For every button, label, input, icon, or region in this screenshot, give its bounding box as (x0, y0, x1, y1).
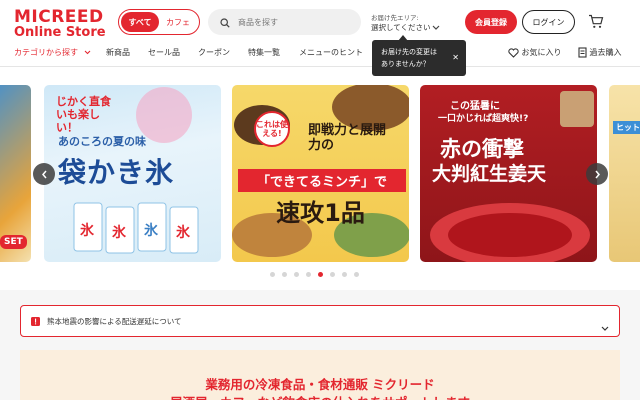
main-nav: カテゴリから探す 新商品 セール品 クーポン 特集一覧 メニューのヒント お気に… (0, 42, 640, 64)
close-icon[interactable]: ✕ (452, 53, 459, 62)
history-link[interactable]: 過去購入 (578, 47, 622, 58)
logo-subtext[interactable]: Online Store (14, 26, 106, 40)
svg-text:氷: 氷 (80, 222, 95, 239)
nav-new[interactable]: 新商品 (106, 47, 130, 58)
register-button[interactable]: 会員登録 (465, 10, 517, 34)
carousel-prev-button[interactable] (33, 163, 55, 185)
favorites-link[interactable]: お気に入り (508, 47, 562, 58)
login-button[interactable]: ログイン (522, 10, 575, 34)
banner-slide-mince[interactable]: これは使える! 即戦力と展開力の 「できてるミンチ」で 速攻1品 (232, 85, 409, 262)
banner-slide-0[interactable]: SET (0, 85, 31, 262)
nav-coupon[interactable]: クーポン (198, 47, 230, 58)
svg-text:氷: 氷 (176, 224, 191, 241)
carousel-dot[interactable] (306, 272, 311, 277)
promo-banner: 業務用の冷凍食品・食材通販 ミクリード 居酒屋・カフェなど飲食店の仕入れをサポー… (20, 350, 620, 400)
cart-icon[interactable] (588, 14, 604, 33)
nav-features[interactable]: 特集一覧 (248, 47, 280, 58)
delay-notice[interactable]: 熊本地震の影響による配送遅延について (20, 305, 620, 337)
logo-text[interactable]: MICREED (14, 8, 104, 26)
alert-icon (31, 316, 40, 326)
promo-title: 業務用の冷凍食品・食材通販 ミクリード (205, 377, 435, 392)
carousel-dot[interactable] (294, 272, 299, 277)
carousel-dot[interactable] (318, 272, 323, 277)
chevron-down-icon[interactable] (432, 16, 440, 35)
svg-text:氷: 氷 (144, 222, 159, 239)
delivery-area-select[interactable]: 選択してください (371, 22, 431, 33)
carousel-dot[interactable] (330, 272, 335, 277)
heart-icon (508, 47, 519, 58)
notice-text: 熊本地震の影響による配送遅延について (47, 316, 182, 326)
banner-slide-4[interactable]: ヒット (609, 85, 640, 262)
delivery-area-tooltip: お届け先の変更は ありませんか？ ✕ (372, 40, 466, 76)
search-icon (220, 13, 230, 32)
delivery-area-label: お届け先エリア: (371, 14, 419, 22)
nav-sale[interactable]: セール品 (148, 47, 180, 58)
promo-subtitle: 居酒屋・カフェなど飲食店の仕入れをサポートします (20, 392, 620, 400)
carousel-dot[interactable] (354, 272, 359, 277)
nav-category[interactable]: カテゴリから探す (14, 47, 91, 58)
carousel-dots (270, 272, 359, 277)
nav-divider (0, 66, 640, 67)
segment-cafe[interactable]: カフェ (159, 12, 197, 32)
store-segment-toggle[interactable]: すべて カフェ (118, 9, 200, 35)
banner-slide-benishoga[interactable]: この猛暑に 一口かじれば超爽快!? 赤の衝撃 大判紅生姜天 (420, 85, 597, 262)
search-input[interactable] (238, 17, 348, 27)
receipt-icon (578, 47, 587, 58)
carousel-dot[interactable] (270, 272, 275, 277)
carousel-next-button[interactable] (586, 163, 608, 185)
banner-slide-kakigori[interactable]: 氷 氷 氷 氷 じかく直食いも楽しい！ あのころの夏の味 袋かき氷 (44, 85, 221, 262)
nav-menu-hint[interactable]: メニューのヒント (299, 47, 363, 58)
carousel-dot[interactable] (342, 272, 347, 277)
svg-text:氷: 氷 (112, 224, 127, 241)
search-bar[interactable] (208, 9, 361, 35)
tooltip-text: お届け先の変更は ありませんか？ (381, 48, 437, 68)
chevron-down-icon[interactable] (601, 317, 609, 336)
carousel-dot[interactable] (282, 272, 287, 277)
segment-all[interactable]: すべて (121, 12, 159, 32)
